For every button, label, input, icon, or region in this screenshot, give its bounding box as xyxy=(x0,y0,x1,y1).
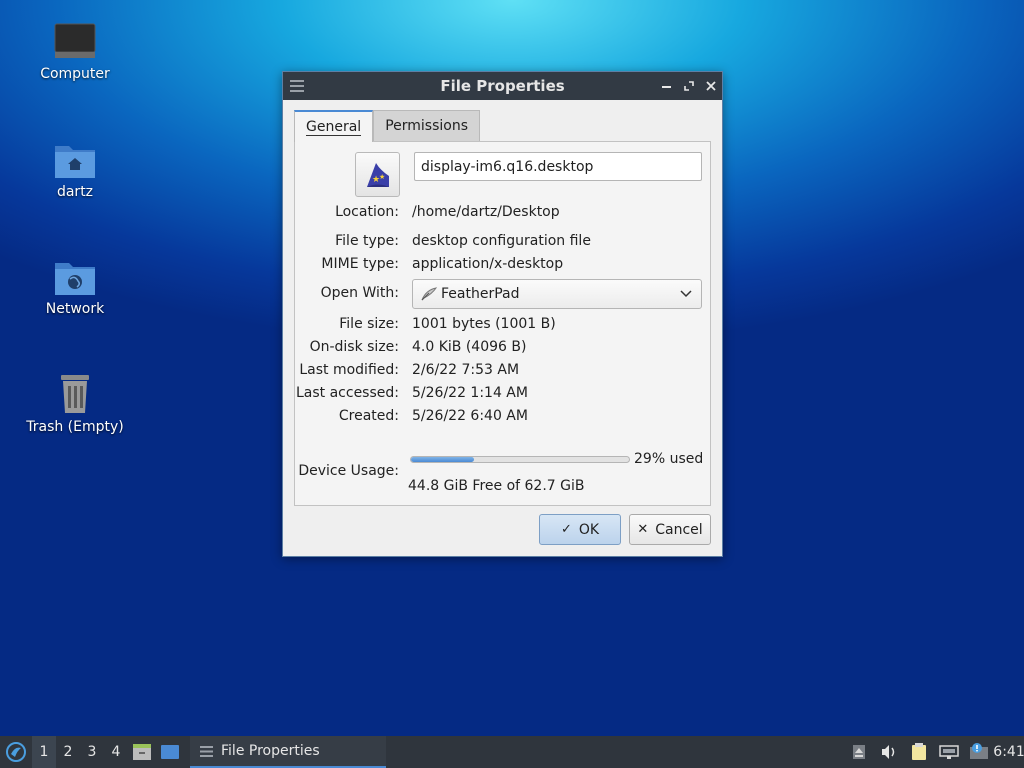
desktop-icon-network[interactable]: Network xyxy=(15,257,135,317)
file-icon-button[interactable]: ★ ★ xyxy=(355,152,400,197)
clipboard-icon[interactable] xyxy=(904,736,934,768)
created-label: Created: xyxy=(338,408,399,424)
notification-icon[interactable] xyxy=(964,736,994,768)
tab-permissions[interactable]: Permissions xyxy=(373,110,480,141)
window-menu-icon[interactable] xyxy=(283,72,311,100)
trash-icon xyxy=(61,375,89,413)
ok-button-label: OK xyxy=(578,521,600,538)
tab-bar: General Permissions xyxy=(294,110,480,142)
network-icon[interactable] xyxy=(934,736,964,768)
device-free-text: 44.8 GiB Free of 62.7 GiB xyxy=(408,478,585,494)
eject-icon[interactable] xyxy=(844,736,874,768)
cancel-button-label: Cancel xyxy=(655,521,703,538)
open-with-value: FeatherPad xyxy=(441,286,520,302)
mime-type-row: MIME type: application/x-desktop xyxy=(295,256,712,276)
on-disk-size-row: On-disk size: 4.0 KiB (4096 B) xyxy=(295,339,712,359)
desktop-icon-label: dartz xyxy=(56,184,94,200)
taskbar-task-file-properties[interactable]: File Properties xyxy=(190,736,386,768)
lxqt-logo-icon xyxy=(6,742,26,762)
tab-general-label: General xyxy=(306,119,362,136)
network-folder-icon xyxy=(55,263,95,295)
cancel-button[interactable]: ✕ Cancel xyxy=(629,514,711,545)
filename-input[interactable] xyxy=(414,152,702,181)
dialog-titlebar[interactable]: File Properties xyxy=(283,72,722,100)
created-value: 5/26/22 6:40 AM xyxy=(412,408,528,424)
mime-type-label: MIME type: xyxy=(321,256,399,272)
last-modified-value: 2/6/22 7:53 AM xyxy=(412,362,520,378)
open-with-label: Open With: xyxy=(320,285,399,301)
computer-icon xyxy=(54,23,96,58)
tab-permissions-label: Permissions xyxy=(385,118,468,134)
location-value: /home/dartz/Desktop xyxy=(412,204,560,220)
device-usage-bar xyxy=(410,456,630,463)
workspace-1[interactable]: 1 xyxy=(32,736,56,768)
start-menu-button[interactable] xyxy=(0,736,32,768)
ok-button[interactable]: ✓ OK xyxy=(539,514,621,545)
general-panel: ★ ★ Location: /home/dartz/Desktop File t… xyxy=(294,141,711,506)
file-size-row: File size: 1001 bytes (1001 B) xyxy=(295,316,712,336)
file-type-value: desktop configuration file xyxy=(412,233,591,249)
desktop-icon xyxy=(161,745,179,759)
device-usage-fill xyxy=(411,457,475,462)
workspace-4[interactable]: 4 xyxy=(104,736,128,768)
desktop-icon-label: Trash (Empty) xyxy=(26,419,124,435)
desktop-icon-label: Computer xyxy=(40,66,110,82)
featherpad-icon xyxy=(421,287,438,301)
last-modified-row: Last modified: 2/6/22 7:53 AM xyxy=(295,362,712,382)
device-usage-percent: 29% used xyxy=(634,451,704,467)
close-icon[interactable] xyxy=(700,72,722,100)
on-disk-size-label: On-disk size: xyxy=(309,339,399,355)
location-row: Location: /home/dartz/Desktop xyxy=(295,204,712,224)
system-tray: 6:41 xyxy=(844,736,1024,768)
clock[interactable]: 6:41 xyxy=(993,736,1024,768)
cross-icon: ✕ xyxy=(637,522,649,537)
workspace-3[interactable]: 3 xyxy=(80,736,104,768)
last-accessed-value: 5/26/22 1:14 AM xyxy=(412,385,528,401)
desktop-icon-home[interactable]: dartz xyxy=(15,140,135,200)
file-type-row: File type: desktop configuration file xyxy=(295,233,712,253)
svg-text:★: ★ xyxy=(379,173,385,181)
checkmark-icon: ✓ xyxy=(560,522,572,537)
desktop-icon-label: Network xyxy=(45,301,105,317)
file-properties-dialog: File Properties General Permissions ★ ★ xyxy=(282,71,723,557)
device-usage-label: Device Usage: xyxy=(298,463,399,479)
desktop-icon-computer[interactable]: Computer xyxy=(15,22,135,82)
mime-type-value: application/x-desktop xyxy=(412,256,564,272)
file-size-value: 1001 bytes (1001 B) xyxy=(412,316,556,332)
maximize-icon[interactable] xyxy=(678,72,700,100)
show-desktop-button[interactable] xyxy=(156,736,184,768)
last-modified-label: Last modified: xyxy=(299,362,399,378)
taskbar: 1 2 3 4 File Properties 6:41 xyxy=(0,736,1024,768)
window-menu-icon xyxy=(200,745,213,757)
created-row: Created: 5/26/22 6:40 AM xyxy=(295,408,712,428)
file-cabinet-icon xyxy=(133,744,151,760)
last-accessed-row: Last accessed: 5/26/22 1:14 AM xyxy=(295,385,712,405)
tab-general[interactable]: General xyxy=(294,110,374,142)
on-disk-size-value: 4.0 KiB (4096 B) xyxy=(412,339,527,355)
last-accessed-label: Last accessed: xyxy=(295,385,399,401)
volume-icon[interactable] xyxy=(874,736,904,768)
home-folder-icon xyxy=(55,146,95,178)
workspace-2[interactable]: 2 xyxy=(56,736,80,768)
task-label: File Properties xyxy=(221,743,320,759)
wizard-hat-icon: ★ ★ xyxy=(366,162,389,187)
open-with-select[interactable]: FeatherPad xyxy=(412,279,702,309)
minimize-icon[interactable] xyxy=(656,72,678,100)
file-type-label: File type: xyxy=(335,233,399,249)
chevron-down-icon xyxy=(680,290,692,298)
location-label: Location: xyxy=(335,204,399,220)
file-manager-launcher[interactable] xyxy=(128,736,156,768)
desktop-icon-trash[interactable]: Trash (Empty) xyxy=(15,373,135,435)
file-size-label: File size: xyxy=(339,316,399,332)
